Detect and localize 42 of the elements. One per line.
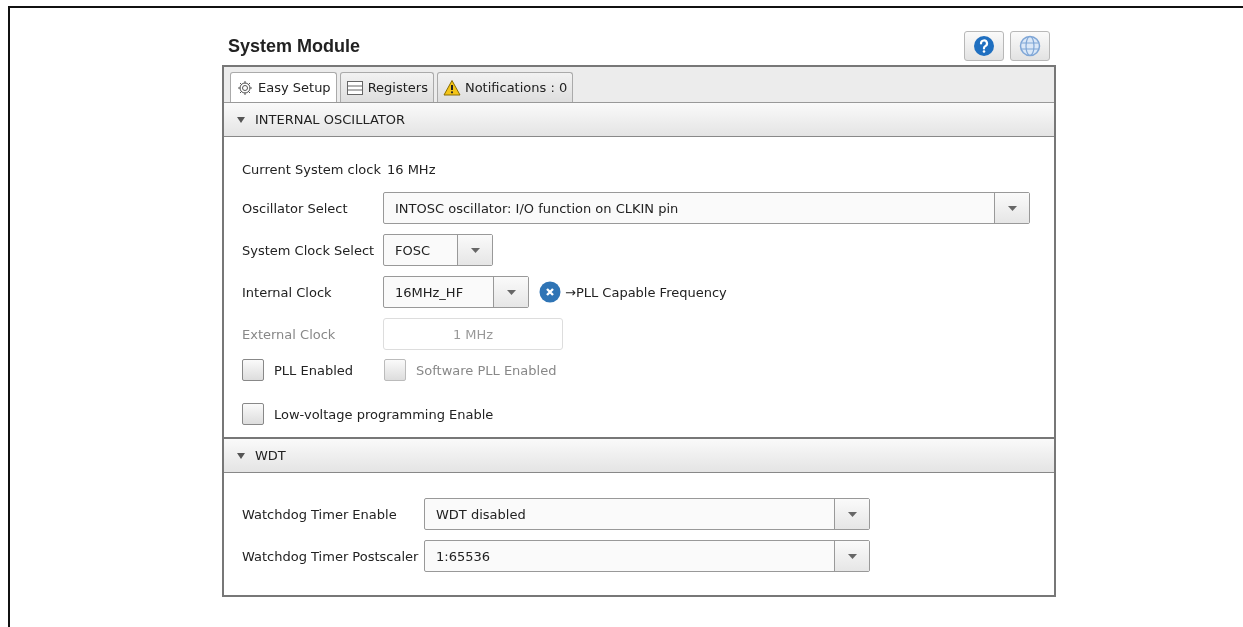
collapse-icon	[236, 114, 246, 125]
section-header[interactable]: INTERNAL OSCILLATOR	[224, 103, 1054, 137]
field-label: Internal Clock	[242, 284, 333, 300]
warning-icon	[442, 78, 461, 97]
note-text: →PLL Capable Frequency	[565, 284, 727, 300]
caret-icon	[1007, 205, 1017, 211]
caret-icon	[847, 511, 857, 517]
checkbox[interactable]	[242, 403, 264, 425]
field-label: Oscillator Select	[242, 200, 349, 216]
section-header[interactable]: WDT	[224, 439, 1054, 473]
field-label: External Clock	[242, 326, 337, 342]
list-icon	[345, 78, 364, 97]
section-title: WDT	[255, 448, 286, 463]
checkbox-label: Software PLL Enabled	[416, 362, 557, 378]
field-label: System Clock Select	[242, 242, 376, 258]
checkbox-label: Low-voltage programming Enable	[274, 406, 494, 422]
tab[interactable]: Easy Setup	[230, 72, 337, 102]
globe-button[interactable]	[1010, 31, 1050, 61]
dropdown[interactable]: INTOSC oscillator: I/O function on CLKIN pin	[383, 192, 1030, 224]
section-title: INTERNAL OSCILLATOR	[255, 112, 405, 127]
globe-icon	[1019, 35, 1041, 57]
field-label: Current System clock	[242, 161, 381, 177]
dropdown[interactable]: 1:65536	[424, 540, 870, 572]
dropdown[interactable]: 16MHz_HF	[383, 276, 529, 308]
help-icon	[973, 35, 995, 57]
caret-icon	[847, 553, 857, 559]
dropdown[interactable]: FOSC	[383, 234, 493, 266]
dropdown[interactable]: WDT disabled	[424, 498, 870, 530]
tab[interactable]: Notifications : 0	[436, 72, 574, 102]
help-button[interactable]	[964, 31, 1004, 61]
close-icon	[539, 281, 561, 303]
checkbox[interactable]	[242, 359, 264, 381]
field-label: Watchdog Timer Enable	[242, 506, 398, 522]
caret-icon	[506, 289, 516, 295]
collapse-icon	[236, 450, 246, 461]
checkbox-label: PLL Enabled	[274, 362, 353, 378]
clock-value: 16 MHz	[386, 161, 436, 177]
panel-title: System Module	[227, 35, 361, 57]
field-label: Watchdog Timer Postscaler	[242, 548, 420, 564]
tab[interactable]: Registers	[339, 72, 434, 102]
caret-icon	[470, 247, 480, 253]
gear-icon	[236, 78, 254, 97]
